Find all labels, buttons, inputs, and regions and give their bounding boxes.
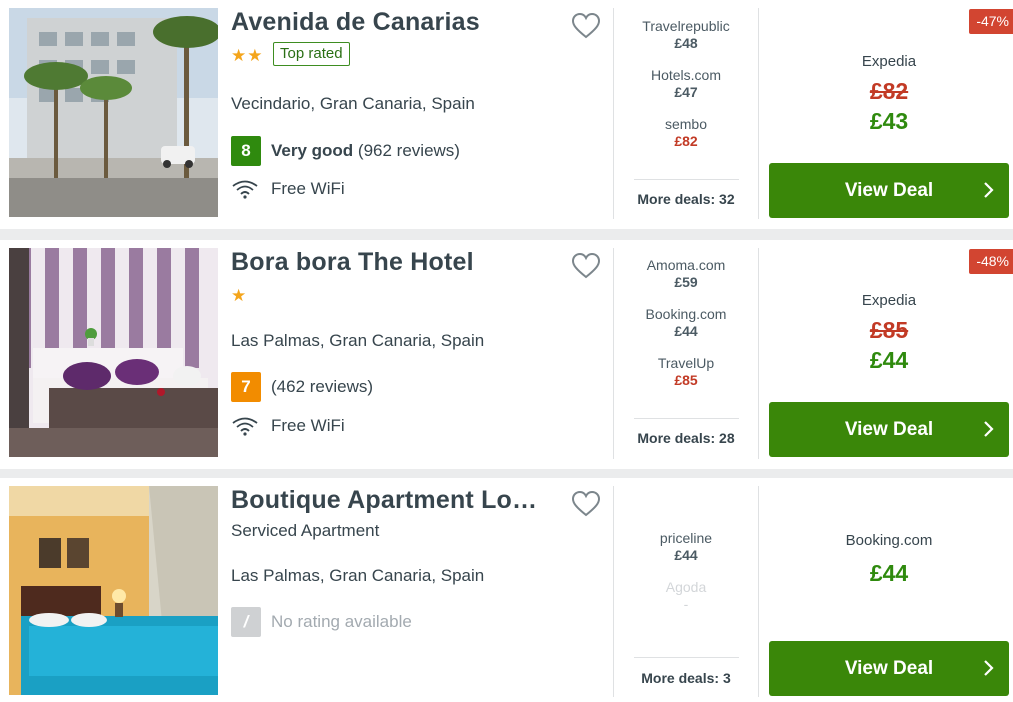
deal-provider: priceline	[659, 530, 713, 546]
divider	[634, 657, 739, 658]
deal-item[interactable]: Travelrepublic £48	[625, 18, 747, 67]
star-rating: ★★	[231, 46, 264, 65]
divider	[758, 8, 759, 219]
divider	[758, 486, 759, 697]
discount-badge: -48%	[969, 249, 1013, 274]
deal-provider: TravelUp	[657, 355, 715, 371]
deal-price: £85	[674, 372, 698, 388]
heart-outline-icon[interactable]	[571, 252, 601, 280]
property-type: Serviced Apartment	[231, 521, 380, 540]
rating-score: 8	[231, 136, 261, 166]
rating-score: 7	[231, 372, 261, 402]
old-price: £82	[869, 78, 909, 104]
heart-outline-icon[interactable]	[571, 12, 601, 40]
view-deal-button[interactable]: View Deal	[769, 402, 1009, 457]
wifi-icon	[232, 180, 258, 199]
view-deal-button[interactable]: View Deal	[769, 641, 1009, 696]
divider	[634, 418, 739, 419]
deal-price-main: £43	[869, 108, 909, 134]
hotel-photo[interactable]	[9, 486, 218, 695]
chevron-right-icon	[984, 660, 994, 676]
divider	[613, 486, 614, 697]
hotel-location: Las Palmas, Gran Canaria, Spain	[231, 331, 485, 350]
more-deals-link[interactable]: More deals: 32	[625, 191, 747, 207]
deal-item[interactable]: Amoma.com £59	[625, 257, 747, 306]
deal-provider: Booking.com	[645, 306, 727, 322]
divider	[758, 248, 759, 459]
view-deal-label: View Deal	[844, 179, 934, 201]
deal-price-main: £44	[869, 347, 909, 373]
rating-text: Very good (962 reviews)	[271, 141, 460, 161]
rating: 8 Very good (962 reviews)	[231, 136, 460, 166]
amenity-label: Free WiFi	[271, 416, 345, 435]
hotel-name[interactable]: Boutique Apartment Lov…	[231, 486, 551, 515]
amenity-label: Free WiFi	[271, 179, 345, 198]
divider	[613, 8, 614, 219]
hotel-photo[interactable]	[9, 248, 218, 457]
view-deal-button[interactable]: View Deal	[769, 163, 1009, 218]
deal-price-main: £44	[869, 560, 909, 586]
deal-provider: Hotels.com	[650, 67, 722, 83]
deal-item: Agoda -	[625, 579, 747, 628]
chevron-right-icon	[984, 421, 994, 437]
discount-badge: -47%	[969, 9, 1013, 34]
view-deal-label: View Deal	[844, 657, 934, 679]
deal-price: -	[683, 596, 689, 612]
top-rated-badge: Top rated	[273, 42, 350, 66]
divider	[613, 248, 614, 459]
view-deal-label: View Deal	[844, 418, 934, 440]
deal-price: £47	[674, 84, 698, 100]
more-deals-link[interactable]: More deals: 28	[625, 430, 747, 446]
chevron-right-icon	[984, 182, 994, 198]
deal-list: Amoma.com £59 Booking.com £44 TravelUp £…	[625, 257, 747, 404]
hotel-location: Las Palmas, Gran Canaria, Spain	[231, 566, 485, 585]
deal-price: £48	[674, 35, 698, 51]
deal-list: Travelrepublic £48 Hotels.com £47 sembo …	[625, 18, 747, 165]
deal-item[interactable]: sembo £82	[625, 116, 747, 165]
review-count: (462 reviews)	[271, 377, 374, 396]
deal-provider: Travelrepublic	[642, 18, 730, 34]
deal-item[interactable]: Booking.com £44	[625, 306, 747, 355]
deal-list: priceline £44 Agoda -	[625, 530, 747, 628]
deal-item[interactable]: TravelUp £85	[625, 355, 747, 404]
deal-provider: Amoma.com	[646, 257, 726, 273]
deal-provider: sembo	[664, 116, 708, 132]
review-count: (962 reviews)	[357, 141, 460, 160]
star-rating: ★	[231, 286, 248, 305]
wifi-icon	[232, 417, 258, 436]
deal-price: £82	[674, 133, 698, 149]
rating-text: No rating available	[271, 612, 412, 631]
hotel-card: Boutique Apartment Lov… Serviced Apartme…	[0, 478, 1013, 702]
main-deal-provider: Booking.com	[845, 532, 933, 549]
hotel-photo[interactable]	[9, 8, 218, 217]
deal-price: £44	[674, 323, 698, 339]
rating-score: /	[231, 607, 261, 637]
deal-item[interactable]: priceline £44	[625, 530, 747, 579]
rating: 7 (462 reviews)	[231, 372, 373, 402]
deal-item[interactable]: Hotels.com £47	[625, 67, 747, 116]
deal-provider: Agoda	[665, 579, 707, 595]
amenity-wifi: Free WiFi	[231, 179, 345, 199]
main-deal-provider: Expedia	[861, 53, 917, 70]
deal-price: £44	[674, 547, 698, 563]
amenity-wifi: Free WiFi	[231, 416, 345, 436]
hotel-name[interactable]: Avenida de Canarias	[231, 8, 551, 37]
hotel-name[interactable]: Bora bora The Hotel	[231, 248, 551, 277]
main-deal-provider: Expedia	[861, 292, 917, 309]
old-price: £85	[869, 317, 909, 343]
rating: / No rating available	[231, 607, 412, 637]
more-deals-link[interactable]: More deals: 3	[625, 670, 747, 686]
hotel-card: Avenida de Canarias ★★ Top rated Vecinda…	[0, 0, 1013, 229]
divider	[634, 179, 739, 180]
hotel-location: Vecindario, Gran Canaria, Spain	[231, 94, 475, 113]
hotel-card: Bora bora The Hotel ★ Las Palmas, Gran C…	[0, 240, 1013, 469]
rating-label: Very good	[271, 141, 354, 160]
deal-price: £59	[674, 274, 698, 290]
heart-outline-icon[interactable]	[571, 490, 601, 518]
